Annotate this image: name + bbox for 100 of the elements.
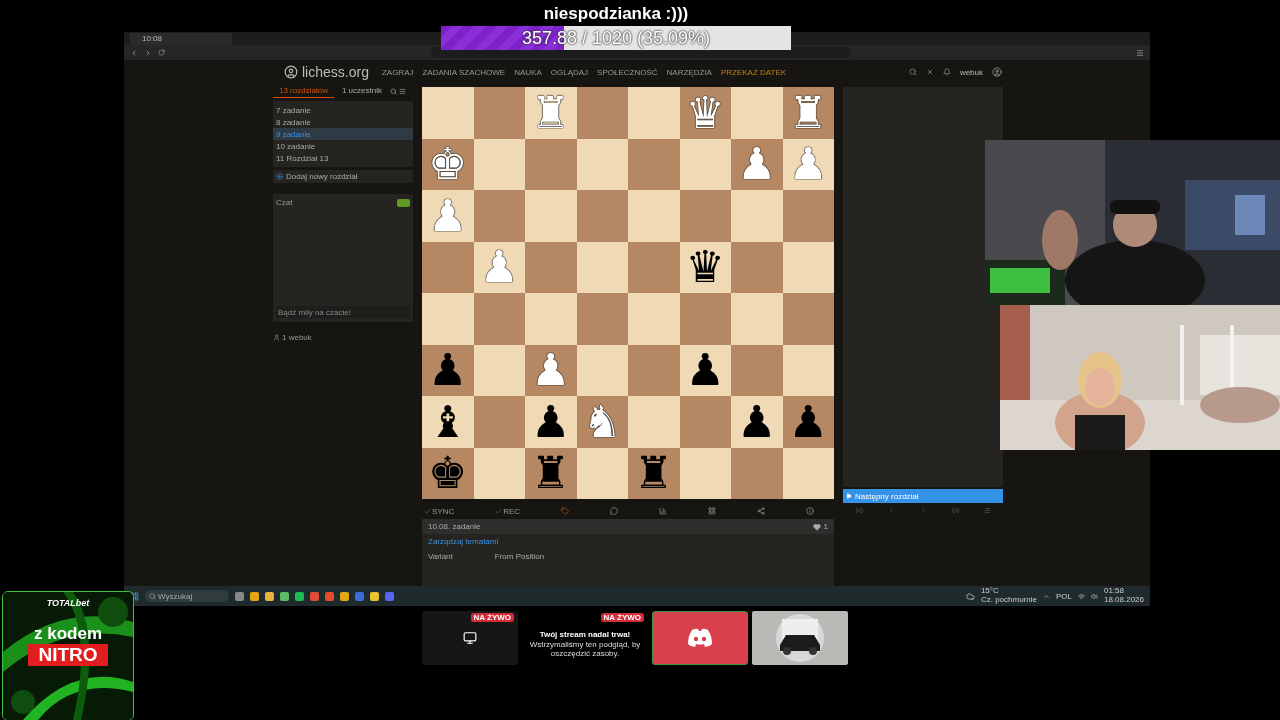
- preview-card[interactable]: NA ŻYWO: [422, 611, 518, 665]
- bell-icon[interactable]: [942, 68, 951, 76]
- chess-piece[interactable]: ♝: [428, 399, 468, 444]
- chess-piece[interactable]: ♟: [531, 399, 571, 444]
- comment-icon[interactable]: [610, 507, 619, 515]
- message-text: Wstrzymaliśmy ten podgląd, by oszczędzić zasoby.: [528, 639, 642, 659]
- browser-tab[interactable]: 10:08: [130, 32, 232, 45]
- live-badge: NA ŻYWO: [470, 613, 514, 622]
- chess-piece[interactable]: ♚: [428, 451, 468, 496]
- board-square[interactable]: ♛: [679, 241, 731, 293]
- nav-link[interactable]: NAUKA: [514, 67, 542, 77]
- board-square[interactable]: [576, 138, 628, 190]
- board-square[interactable]: [679, 138, 731, 190]
- chess-piece[interactable]: ♜: [531, 451, 571, 496]
- board-square[interactable]: [679, 447, 731, 499]
- board-square[interactable]: [473, 447, 525, 499]
- nav-link[interactable]: ZAGRAJ: [381, 67, 414, 77]
- chess-piece[interactable]: ♟: [428, 348, 468, 393]
- nav-link[interactable]: ZADANIA SZACHOWE: [422, 67, 506, 77]
- next-icon[interactable]: [919, 507, 927, 514]
- sync-label[interactable]: SYNC: [432, 506, 455, 516]
- volume-icon[interactable]: [1090, 592, 1098, 600]
- user-icon: [273, 334, 280, 341]
- chapter-item[interactable]: 7 zadanie: [273, 104, 413, 116]
- promo-code: NITRO: [28, 644, 108, 666]
- share-icon[interactable]: [756, 507, 765, 515]
- close-icon[interactable]: [925, 68, 934, 76]
- nav-link[interactable]: PRZEKAŻ DATEK: [720, 67, 787, 77]
- chess-piece[interactable]: ♟: [788, 399, 828, 444]
- board-square[interactable]: ♟: [782, 396, 834, 448]
- chapter-item[interactable]: 9 zadanie: [273, 128, 413, 140]
- study-tab[interactable]: 1 uczestnik: [335, 84, 388, 98]
- menu-icon[interactable]: [1136, 48, 1144, 57]
- language[interactable]: POL: [1055, 591, 1072, 601]
- board-square[interactable]: [576, 344, 628, 396]
- site-logo[interactable]: lichess.org: [302, 64, 369, 80]
- tag-icon[interactable]: [561, 507, 570, 515]
- board-square[interactable]: ♜: [525, 447, 577, 499]
- forward-icon[interactable]: [144, 48, 152, 57]
- menu-icon[interactable]: [398, 87, 406, 95]
- board-square[interactable]: ♜: [628, 447, 680, 499]
- add-icon: [276, 173, 283, 180]
- logo-icon: [284, 65, 298, 79]
- clock[interactable]: 01:58: [1103, 587, 1144, 596]
- board-square[interactable]: ♟: [731, 396, 783, 448]
- previous-icon[interactable]: [887, 507, 895, 514]
- nav-link[interactable]: SPOŁECZNOŚĆ: [597, 67, 658, 77]
- live-badge: NA ŻYWO: [600, 613, 644, 622]
- grid-icon[interactable]: [707, 507, 716, 515]
- search-icon[interactable]: [908, 68, 917, 76]
- search-icon[interactable]: [389, 87, 397, 95]
- board-square[interactable]: ♝: [422, 396, 474, 448]
- board-square[interactable]: ♟: [525, 396, 577, 448]
- nav-link[interactable]: NARZĘDZIA: [666, 67, 712, 77]
- study-tab[interactable]: 13 rozdziałów: [273, 84, 334, 98]
- chat-input[interactable]: Bądź miły na czacie!: [276, 306, 410, 318]
- info-icon[interactable]: [805, 507, 814, 515]
- chat-toggle[interactable]: [397, 198, 410, 207]
- first-move-icon[interactable]: [855, 507, 863, 514]
- back-icon[interactable]: [130, 48, 138, 57]
- date[interactable]: 18.08.2026: [1103, 596, 1144, 605]
- menu-icon[interactable]: [983, 507, 991, 514]
- play-icon: [846, 493, 852, 499]
- reload-icon[interactable]: [158, 49, 165, 56]
- board-square[interactable]: [473, 138, 525, 190]
- board-square[interactable]: [473, 344, 525, 396]
- taskbar-search[interactable]: Wyszukaj: [145, 590, 229, 602]
- chapter-item[interactable]: 11 Rozdział 13: [273, 152, 413, 164]
- like-count: 1: [823, 522, 828, 531]
- chapter-title: 10.08. zadanie: [428, 522, 481, 531]
- tray-icon[interactable]: [1042, 592, 1050, 600]
- chapter-item[interactable]: 8 zadanie: [273, 116, 413, 128]
- nav-link[interactable]: OGLĄDAJ: [550, 67, 589, 77]
- chapter-item[interactable]: 10 zadanie: [273, 140, 413, 152]
- monitor-icon: [463, 631, 477, 645]
- wifi-icon[interactable]: [1077, 592, 1085, 600]
- board-square[interactable]: [782, 241, 834, 293]
- last-move-icon[interactable]: [951, 507, 959, 514]
- board-square[interactable]: [782, 447, 834, 499]
- avatar-icon[interactable]: [992, 67, 1002, 77]
- ad-text: z kodem: [34, 624, 102, 644]
- discord-card[interactable]: [652, 611, 748, 665]
- chess-piece[interactable]: ♛: [685, 245, 725, 290]
- board-square[interactable]: [576, 447, 628, 499]
- username[interactable]: webuk: [959, 67, 983, 77]
- topics-link[interactable]: Zarządzaj tematami: [428, 537, 499, 546]
- board-square[interactable]: ♟: [679, 344, 731, 396]
- board-square[interactable]: [782, 344, 834, 396]
- board-square[interactable]: [576, 241, 628, 293]
- discord-icon: [687, 628, 713, 648]
- board-square[interactable]: ♚: [422, 447, 474, 499]
- heart-icon[interactable]: [812, 522, 821, 531]
- check-icon: [424, 507, 431, 515]
- board-square[interactable]: ♟: [422, 344, 474, 396]
- chart-icon[interactable]: [659, 507, 667, 515]
- chess-piece[interactable]: ♟: [685, 348, 725, 393]
- chess-piece[interactable]: ♜: [634, 451, 674, 496]
- search-icon: [149, 592, 156, 600]
- chess-piece[interactable]: ♟: [737, 399, 777, 444]
- rec-label[interactable]: REC: [503, 506, 521, 516]
